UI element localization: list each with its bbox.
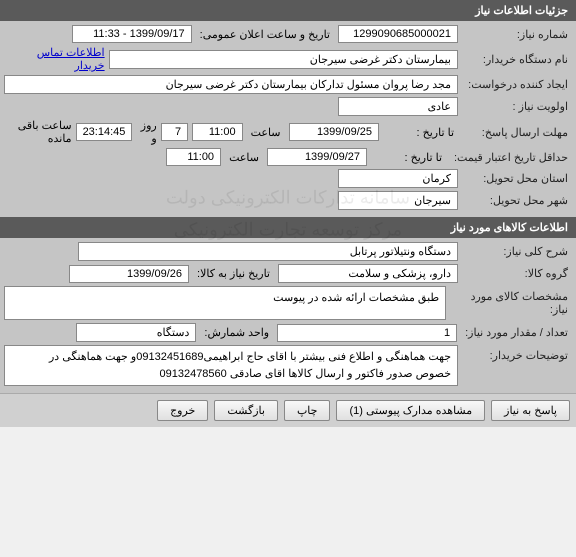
announce-label: تاریخ و ساعت اعلان عمومی: <box>196 28 334 41</box>
priority-field: عادی <box>338 97 458 116</box>
min-validity-time-field: 11:00 <box>166 148 221 166</box>
buyer-notes-label: توضیحات خریدار: <box>462 345 572 364</box>
city-field: سیرجان <box>338 191 458 210</box>
deadline-label: مهلت ارسال پاسخ: <box>462 124 572 141</box>
print-button[interactable]: چاپ <box>284 400 331 421</box>
qty-field: 1 <box>277 324 457 342</box>
remaining-days-field: 7 <box>161 123 188 141</box>
specs-field: طبق مشخصات ارائه شده در پیوست <box>4 286 446 320</box>
to-date-label: تا تاریخ : <box>383 126 458 139</box>
min-validity-label: حداقل تاریخ اعتبار قیمت: <box>450 149 572 166</box>
buyer-org-label: نام دستگاه خریدار: <box>462 51 572 68</box>
province-field: کرمان <box>338 169 458 188</box>
desc-label: شرح کلی نیاز: <box>462 243 572 260</box>
deadline-time-field: 11:00 <box>192 123 242 141</box>
attachments-button[interactable]: مشاهده مدارک پیوستی (1) <box>336 400 485 421</box>
desc-field: دستگاه ونتیلاتور پرتابل <box>78 242 458 261</box>
city-label: شهر محل تحویل: <box>462 192 572 209</box>
announce-field: 1399/09/17 - 11:33 <box>72 25 192 43</box>
deadline-time-label: ساعت <box>247 126 285 139</box>
section-header-goods-info: اطلاعات کالاهای مورد نیاز <box>0 217 576 238</box>
days-label: روز و <box>136 119 156 145</box>
section-header-need-info: جزئیات اطلاعات نیاز <box>0 0 576 21</box>
unit-field: دستگاه <box>76 323 196 342</box>
buyer-org-field: بیمارستان دکتر غرضی سیرجان <box>109 50 458 69</box>
date-need-field: 1399/09/26 <box>69 265 189 283</box>
priority-label: اولویت نیاز : <box>462 98 572 115</box>
date-need-label: تاریخ نیاز به کالا: <box>193 267 274 280</box>
need-info-panel: شماره نیاز: 1299090685000021 تاریخ و ساع… <box>0 21 576 217</box>
min-validity-to-date-label: تا تاریخ : <box>371 151 446 164</box>
time-remaining: 7 روز و 23:14:45 ساعت باقی مانده <box>4 119 188 145</box>
creator-field: مجد رضا پروان مسئول تدارکان بیمارستان دک… <box>4 75 458 94</box>
province-label: استان محل تحویل: <box>462 170 572 187</box>
need-number-field: 1299090685000021 <box>338 25 458 43</box>
min-validity-date-field: 1399/09/27 <box>267 148 367 166</box>
unit-label: واحد شمارش: <box>200 326 273 339</box>
exit-button[interactable]: خروج <box>157 400 208 421</box>
buyer-contact-link[interactable]: اطلاعات تماس خریدار <box>4 46 105 72</box>
group-label: گروه کالا: <box>462 265 572 282</box>
creator-label: ایجاد کننده درخواست: <box>462 76 572 93</box>
action-button-bar: پاسخ به نیاز مشاهده مدارک پیوستی (1) چاپ… <box>0 393 576 427</box>
back-button[interactable]: بازگشت <box>214 400 278 421</box>
goods-info-panel: شرح کلی نیاز: دستگاه ونتیلاتور پرتابل گر… <box>0 238 576 393</box>
min-validity-time-label: ساعت <box>225 151 263 164</box>
need-number-label: شماره نیاز: <box>462 26 572 43</box>
deadline-date-field: 1399/09/25 <box>289 123 379 141</box>
group-field: دارو، پزشکی و سلامت <box>278 264 458 283</box>
remaining-label: ساعت باقی مانده <box>4 119 72 145</box>
specs-label: مشخصات کالای مورد نیاز: <box>450 286 572 318</box>
respond-button[interactable]: پاسخ به نیاز <box>491 400 570 421</box>
buyer-notes-field: جهت هماهنگی و اطلاع فنی بیشتر با اقای حا… <box>4 345 458 386</box>
remaining-time-field: 23:14:45 <box>76 123 133 141</box>
qty-label: تعداد / مقدار مورد نیاز: <box>461 324 572 341</box>
